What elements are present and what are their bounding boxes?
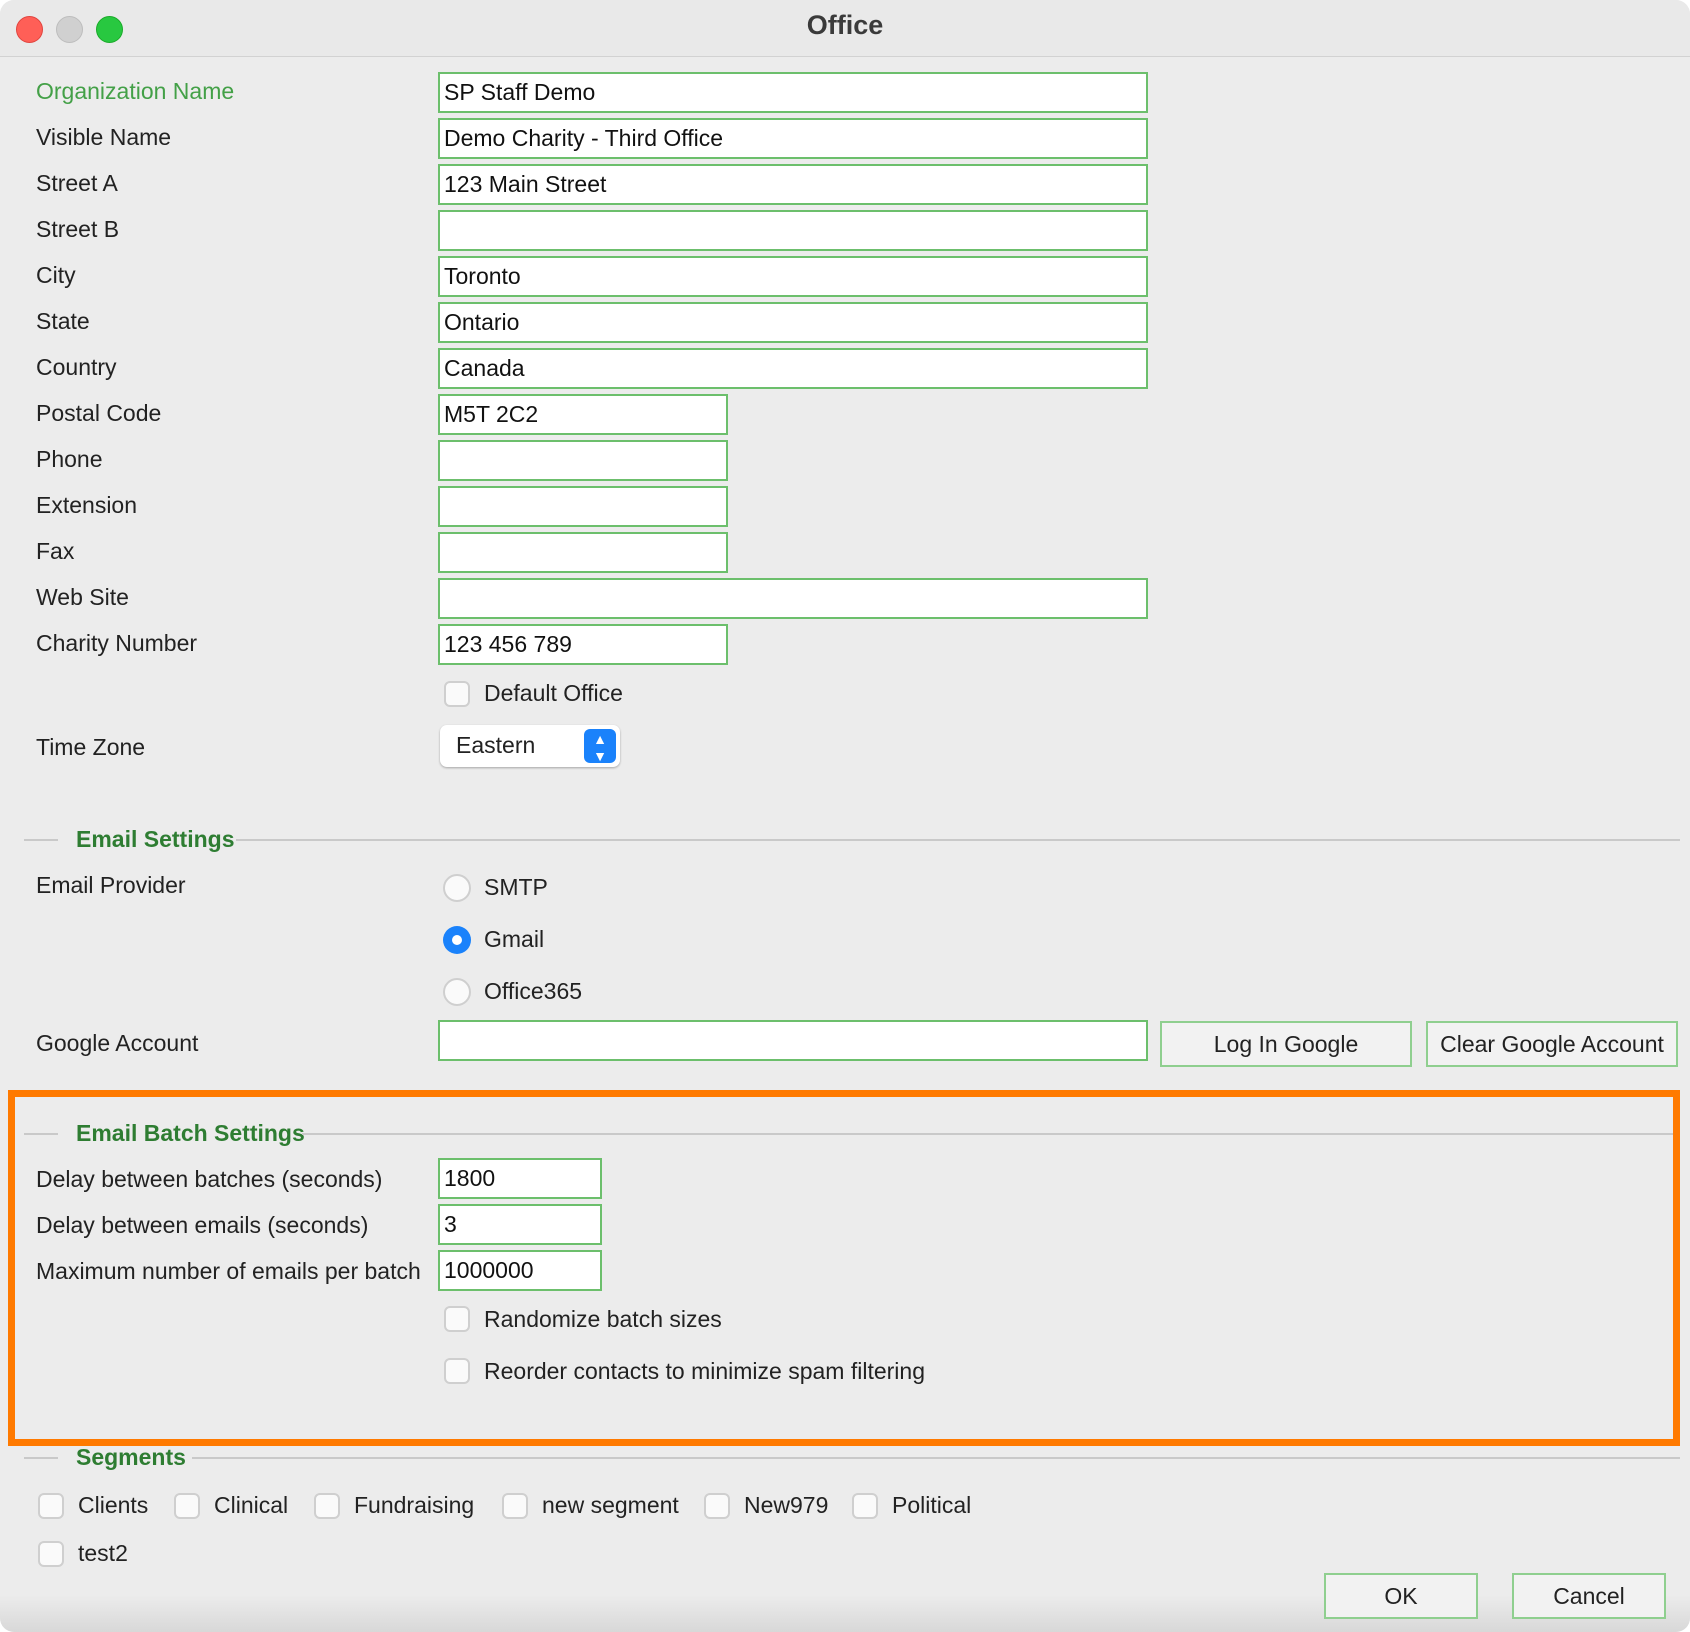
phone-label: Phone	[36, 446, 103, 472]
segments-header: Segments	[24, 1444, 1680, 1472]
street-a-input[interactable]	[438, 164, 1148, 205]
charity-number-label: Charity Number	[36, 630, 198, 656]
segment-checkbox-fundraising[interactable]	[314, 1493, 340, 1519]
max-emails-input[interactable]	[438, 1250, 602, 1291]
segment-label-fundraising: Fundraising	[354, 1492, 475, 1518]
segment-label-new979: New979	[744, 1492, 829, 1518]
segment-checkbox-new979[interactable]	[704, 1493, 730, 1519]
segment-label-political: Political	[892, 1492, 972, 1518]
section-divider	[236, 839, 1680, 841]
email-batch-settings-title: Email Batch Settings	[76, 1120, 305, 1146]
extension-label: Extension	[36, 492, 138, 518]
office365-label: Office365	[484, 978, 583, 1004]
randomize-batch-sizes-checkbox[interactable]	[444, 1306, 470, 1332]
email-settings-title: Email Settings	[76, 826, 235, 852]
street-b-label: Street B	[36, 216, 120, 242]
office365-radio[interactable]	[443, 978, 471, 1006]
window-title: Office	[806, 10, 884, 40]
email-settings-header: Email Settings	[24, 826, 1680, 854]
section-divider	[302, 1133, 1680, 1135]
organization-name-label: Organization Name	[36, 78, 235, 104]
country-label: Country	[36, 354, 117, 380]
country-input[interactable]	[438, 348, 1148, 389]
default-office-label: Default Office	[484, 680, 623, 706]
segment-label-new-segment: new segment	[542, 1492, 679, 1518]
city-input[interactable]	[438, 256, 1148, 297]
time-zone-select[interactable]: Eastern ▲ ▼	[440, 725, 620, 767]
visible-name-input[interactable]	[438, 118, 1148, 159]
title-bar: Office	[0, 0, 1690, 57]
default-office-checkbox[interactable]	[444, 681, 470, 707]
segments-title: Segments	[76, 1444, 186, 1470]
segment-checkbox-new-segment[interactable]	[502, 1493, 528, 1519]
segment-checkbox-test2[interactable]	[38, 1541, 64, 1567]
chevron-up-down-icon: ▲ ▼	[584, 729, 616, 763]
street-a-label: Street A	[36, 170, 118, 196]
charity-number-input[interactable]	[438, 624, 728, 665]
organization-name-input[interactable]	[438, 72, 1148, 113]
state-input[interactable]	[438, 302, 1148, 343]
section-divider	[24, 1457, 58, 1459]
segment-checkbox-clinical[interactable]	[174, 1493, 200, 1519]
google-account-input[interactable]	[438, 1020, 1148, 1061]
email-batch-settings-header: Email Batch Settings	[24, 1120, 1680, 1148]
delay-emails-input[interactable]	[438, 1204, 602, 1245]
randomize-batch-sizes-label: Randomize batch sizes	[484, 1306, 722, 1332]
time-zone-value: Eastern	[456, 732, 536, 758]
segment-label-test2: test2	[78, 1540, 128, 1566]
fax-input[interactable]	[438, 532, 728, 573]
clear-google-account-button[interactable]: Clear Google Account	[1426, 1021, 1678, 1067]
google-account-label: Google Account	[36, 1030, 199, 1056]
segment-label-clients: Clients	[78, 1492, 149, 1518]
delay-batches-label: Delay between batches (seconds)	[36, 1166, 383, 1192]
fax-label: Fax	[36, 538, 75, 564]
delay-emails-label: Delay between emails (seconds)	[36, 1212, 369, 1238]
gmail-radio[interactable]	[443, 926, 471, 954]
state-label: State	[36, 308, 90, 334]
email-provider-label: Email Provider	[36, 872, 186, 898]
smtp-radio[interactable]	[443, 874, 471, 902]
log-in-google-button[interactable]: Log In Google	[1160, 1021, 1412, 1067]
reorder-contacts-checkbox[interactable]	[444, 1358, 470, 1384]
city-label: City	[36, 262, 76, 288]
ok-button[interactable]: OK	[1324, 1573, 1478, 1619]
street-b-input[interactable]	[438, 210, 1148, 251]
gmail-label: Gmail	[484, 926, 545, 952]
segment-checkbox-political[interactable]	[852, 1493, 878, 1519]
segment-label-clinical: Clinical	[214, 1492, 289, 1518]
smtp-label: SMTP	[484, 874, 548, 900]
segment-checkbox-clients[interactable]	[38, 1493, 64, 1519]
web-site-label: Web Site	[36, 584, 129, 610]
cancel-button[interactable]: Cancel	[1512, 1573, 1666, 1619]
section-divider	[24, 839, 58, 841]
visible-name-label: Visible Name	[36, 124, 172, 150]
postal-code-label: Postal Code	[36, 400, 162, 426]
section-divider	[192, 1457, 1680, 1459]
reorder-contacts-label: Reorder contacts to minimize spam filter…	[484, 1358, 925, 1384]
extension-input[interactable]	[438, 486, 728, 527]
office-dialog: Office Organization Name Visible Name St…	[0, 0, 1690, 1632]
max-emails-label: Maximum number of emails per batch	[36, 1258, 421, 1284]
web-site-input[interactable]	[438, 578, 1148, 619]
delay-batches-input[interactable]	[438, 1158, 602, 1199]
section-divider	[24, 1133, 58, 1135]
phone-input[interactable]	[438, 440, 728, 481]
postal-code-input[interactable]	[438, 394, 728, 435]
time-zone-label: Time Zone	[36, 734, 146, 760]
